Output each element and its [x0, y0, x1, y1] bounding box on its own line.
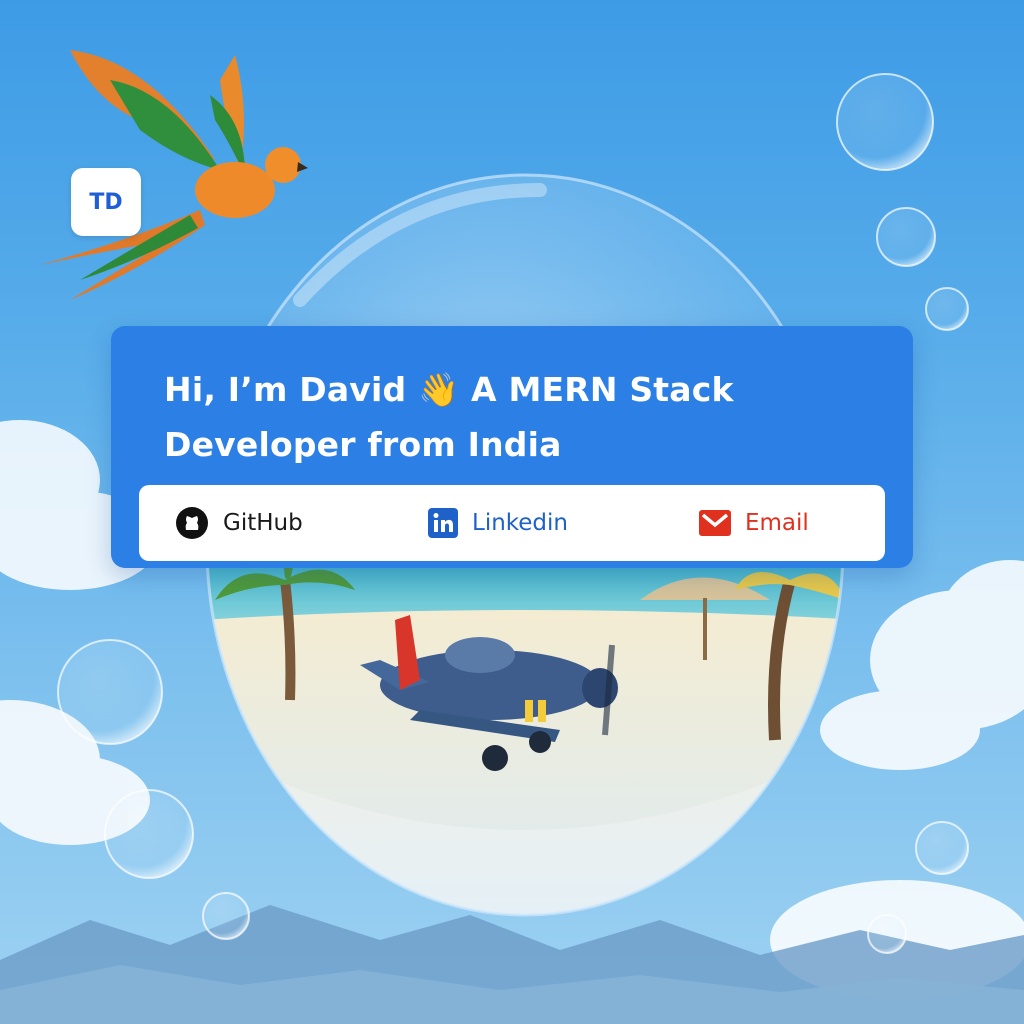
linkedin-link[interactable]: Linkedin — [428, 485, 568, 561]
email-link[interactable]: Email — [699, 485, 809, 561]
linkedin-label: Linkedin — [472, 510, 568, 536]
github-link[interactable]: GitHub — [175, 485, 303, 561]
hero-headline: Hi, I’m David 👋 A MERN Stack Developer f… — [164, 362, 864, 472]
headline-line-1: Hi, I’m David 👋 A MERN Stack — [164, 370, 734, 409]
linkedin-icon — [428, 508, 458, 538]
email-icon — [699, 510, 731, 536]
email-label: Email — [745, 510, 809, 536]
headline-line-2: Developer from India — [164, 425, 562, 464]
hero-card: Hi, I’m David 👋 A MERN Stack Developer f… — [111, 326, 913, 568]
github-label: GitHub — [223, 510, 303, 536]
logo-badge[interactable]: TD — [71, 168, 141, 236]
github-icon — [175, 506, 209, 540]
social-links-bar: GitHub Linkedin Email — [139, 485, 885, 561]
